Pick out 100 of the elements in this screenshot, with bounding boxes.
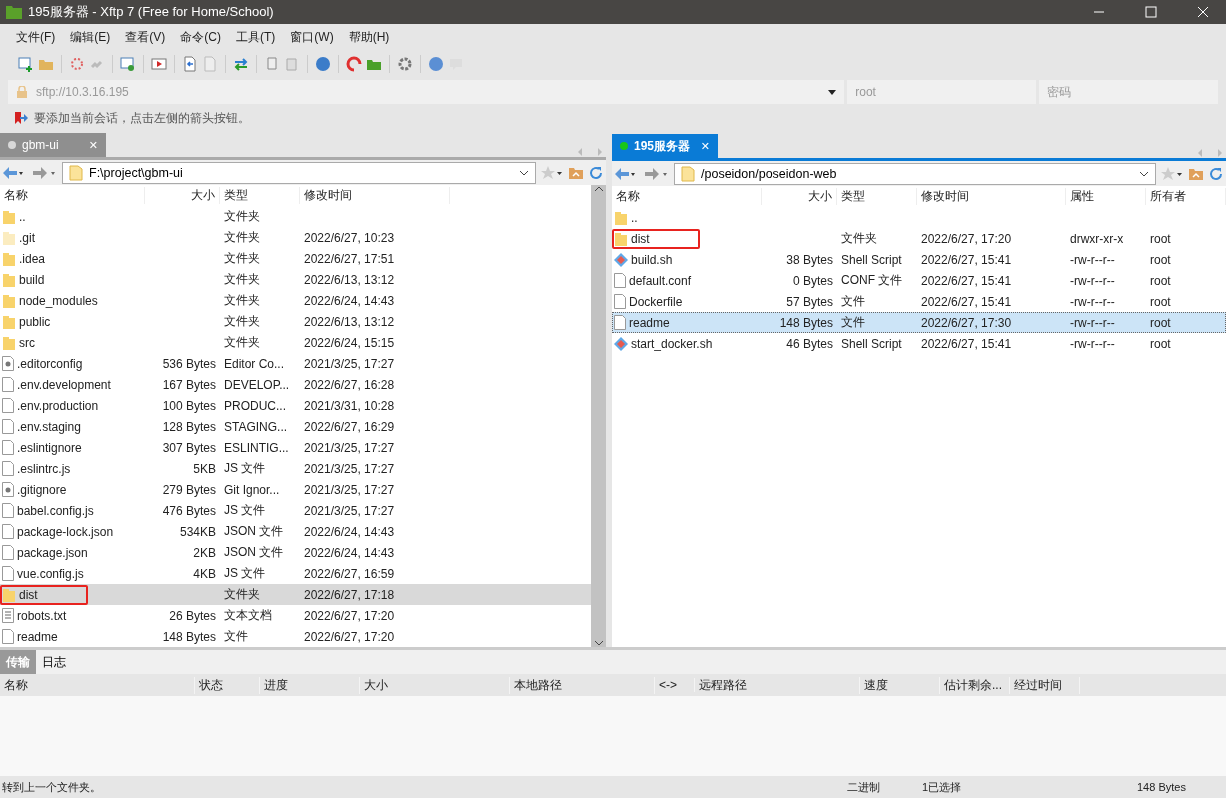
file-row[interactable]: dist 文件夹 2022/6/27, 17:20 drwxr-xr-x root — [612, 228, 1226, 249]
file-row[interactable]: babel.config.js 476 Bytes JS 文件 2021/3/25, 17:27 — [0, 500, 591, 521]
file-row[interactable]: default.conf 0 Bytes CONF 文件 2022/6/27, 15:41 -rw-r--r-- root — [612, 270, 1226, 291]
new-session-icon[interactable] — [18, 56, 34, 72]
column-header[interactable]: 属性 — [1066, 188, 1146, 205]
table-cell: 2022/6/27, 17:20 — [304, 608, 395, 623]
column-header[interactable]: 经过时间 — [1010, 676, 1080, 694]
file-name: Dockerfile — [629, 294, 683, 309]
column-header[interactable]: 远程路径 — [695, 676, 860, 694]
dropdown-caret-icon[interactable] — [519, 169, 529, 176]
file-row[interactable]: public 文件夹 2022/6/13, 13:12 — [0, 311, 591, 332]
menu-item[interactable]: 命令(C) — [174, 26, 227, 48]
column-header[interactable]: 修改时间 — [917, 188, 1066, 205]
close-icon[interactable] — [1197, 6, 1209, 18]
table-cell: 文件夹 — [841, 230, 877, 247]
column-header[interactable]: 类型 — [220, 187, 300, 204]
table-cell: 26 Bytes — [169, 608, 216, 623]
file-name: node_modules — [19, 293, 98, 308]
file-row[interactable]: .env.staging 128 Bytes STAGING... 2022/6/27, 16:29 — [0, 416, 591, 437]
file-name: default.conf — [629, 273, 692, 288]
column-header[interactable]: 状态 — [195, 676, 260, 694]
file-row[interactable]: .gitignore 279 Bytes Git Ignor... 2021/3/25, 17:27 — [0, 479, 591, 500]
file-row[interactable]: src 文件夹 2022/6/24, 15:15 — [0, 332, 591, 353]
file-row[interactable]: .. — [612, 207, 1226, 228]
file-row[interactable]: .. 文件夹 — [0, 206, 591, 227]
scrollbar[interactable] — [591, 185, 606, 647]
file-row[interactable]: package-lock.json 534KB JSON 文件 2022/6/24, 14:43 — [0, 521, 591, 542]
file-row[interactable]: package.json 2KB JSON 文件 2022/6/24, 14:43 — [0, 542, 591, 563]
disconnect-icon[interactable] — [69, 56, 85, 72]
tab-close-button[interactable]: ✕ — [700, 139, 710, 153]
settings-icon[interactable] — [397, 56, 413, 72]
spiral-icon[interactable] — [346, 56, 362, 72]
file-row[interactable]: .editorconfig 536 Bytes Editor Co... 2021/3/25, 17:27 — [0, 353, 591, 374]
file-row[interactable]: vue.config.js 4KB JS 文件 2022/6/27, 16:59 — [0, 563, 591, 584]
panel-tab[interactable]: 日志 — [36, 650, 72, 674]
file-row[interactable]: .env.production 100 Bytes PRODUC... 2021/3/31, 10:28 — [0, 395, 591, 416]
sync-arrows-icon[interactable] — [233, 56, 249, 72]
table-cell: Shell Script — [841, 336, 902, 351]
column-header[interactable]: 大小 — [360, 676, 510, 694]
menu-item[interactable]: 帮助(H) — [342, 26, 396, 48]
menu-item[interactable]: 工具(T) — [230, 26, 282, 48]
file-row[interactable]: .eslintrc.js 5KB JS 文件 2021/3/25, 17:27 — [0, 458, 591, 479]
folder-icon — [2, 334, 16, 351]
table-cell: 38 Bytes — [786, 252, 833, 267]
refresh-icon[interactable] — [588, 164, 604, 181]
column-header[interactable]: 名称 — [612, 188, 762, 205]
file-row[interactable]: .git 文件夹 2022/6/27, 10:23 — [0, 227, 591, 248]
file-row[interactable]: dist 文件夹 2022/6/27, 17:18 — [0, 584, 591, 605]
column-header[interactable]: <-> — [655, 678, 695, 692]
maximize-icon[interactable] — [1145, 6, 1157, 18]
table-cell: 2021/3/25, 17:27 — [304, 440, 395, 455]
play-window-icon[interactable] — [151, 56, 167, 72]
table-cell: -rw-r--r-- — [1070, 273, 1115, 288]
dropdown-caret-icon[interactable] — [828, 89, 837, 95]
table-cell: 2021/3/25, 17:27 — [304, 503, 395, 518]
menu-item[interactable]: 编辑(E) — [64, 26, 117, 48]
folder-icon — [2, 313, 16, 330]
column-header[interactable]: 速度 — [860, 676, 940, 694]
dropdown-caret-icon[interactable] — [1139, 170, 1149, 177]
session-tab[interactable]: 195服务器 ✕ — [612, 134, 718, 158]
file-row[interactable]: .eslintignore 307 Bytes ESLINTIG... 2021/3/25, 17:27 — [0, 437, 591, 458]
file-row[interactable]: readme 148 Bytes 文件 2022/6/27, 17:30 -rw-r--r-- root — [612, 312, 1226, 333]
file-row[interactable]: readme 148 Bytes 文件 2022/6/27, 17:20 — [0, 626, 591, 647]
column-header[interactable]: 名称 — [0, 187, 145, 204]
file-name: babel.config.js — [17, 503, 94, 518]
star-icon[interactable] — [540, 164, 564, 181]
file-row[interactable]: Dockerfile 57 Bytes 文件 2022/6/27, 15:41 -rw-r--r-- root — [612, 291, 1226, 312]
file-row[interactable]: robots.txt 26 Bytes 文本文档 2022/6/27, 17:20 — [0, 605, 591, 626]
column-header[interactable]: 名称 — [0, 676, 195, 694]
copy-icon[interactable] — [264, 56, 280, 72]
column-header[interactable]: 所有者 — [1146, 188, 1226, 205]
column-header[interactable]: 类型 — [837, 188, 917, 205]
table-cell: 2022/6/13, 13:12 — [304, 314, 395, 329]
column-header[interactable]: 本地路径 — [510, 676, 655, 694]
file-name: build.sh — [631, 252, 673, 267]
scroll-down-icon[interactable] — [593, 639, 604, 647]
column-header[interactable]: 进度 — [260, 676, 360, 694]
file-row[interactable]: build 文件夹 2022/6/13, 13:12 — [0, 269, 591, 290]
refresh-icon[interactable] — [1208, 165, 1224, 182]
table-cell: 文件 — [841, 293, 865, 310]
file-row[interactable]: start_docker.sh 46 Bytes Shell Script 2022/6/27, 15:41 -rw-r--r-- root — [612, 333, 1226, 354]
path-field[interactable]: F:\project\gbm-ui — [62, 161, 536, 184]
star-icon[interactable] — [1160, 165, 1184, 182]
settings-window-icon[interactable] — [120, 56, 136, 72]
table-cell: 100 Bytes — [162, 398, 216, 413]
file-row[interactable]: build.sh 38 Bytes Shell Script 2022/6/27, 15:41 -rw-r--r-- root — [612, 249, 1226, 270]
column-header[interactable]: 估计剩余... — [940, 676, 1010, 694]
column-header[interactable]: 修改时间 — [300, 187, 450, 204]
file-row[interactable]: .idea 文件夹 2022/6/27, 17:51 — [0, 248, 591, 269]
file-row[interactable]: node_modules 文件夹 2022/6/24, 14:43 — [0, 290, 591, 311]
file-row[interactable]: .env.development 167 Bytes DEVELOP... 2022/6/27, 16:28 — [0, 374, 591, 395]
menu-item[interactable]: 文件(F) — [10, 26, 62, 48]
menu-item[interactable]: 查看(V) — [119, 26, 172, 48]
file-name: package-lock.json — [17, 524, 114, 539]
scroll-up-icon[interactable] — [593, 185, 604, 193]
upload-file-icon[interactable] — [182, 56, 198, 72]
column-header[interactable]: 大小 — [762, 188, 837, 205]
column-header[interactable]: 大小 — [145, 187, 220, 204]
path-field[interactable]: /poseidon/poseidon-web — [674, 162, 1156, 185]
menu-item[interactable]: 窗口(W) — [284, 26, 340, 48]
